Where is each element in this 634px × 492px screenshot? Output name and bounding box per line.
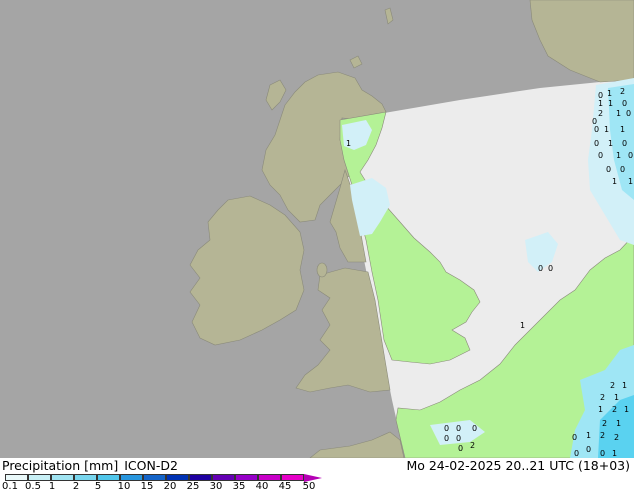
- precip-value-label: 2: [610, 381, 616, 390]
- colorbar-tick-label: 40: [255, 481, 269, 492]
- precip-value-label: 0: [606, 165, 612, 174]
- precip-value-label: 0: [572, 433, 578, 442]
- footer-bar: Precipitation [mm] ICON-D2 Mo 24-02-2025 …: [0, 458, 634, 492]
- precip-value-label: 1: [346, 139, 352, 148]
- colorbar-swatch: [258, 474, 281, 481]
- colorbar-swatch: [5, 474, 28, 481]
- precip-value-label: 0: [600, 449, 606, 458]
- precip-value-label: 0: [620, 165, 626, 174]
- datetime-label: Mo 24-02-2025 20..21 UTC (18+03): [406, 458, 630, 473]
- precip-value-label: 1: [622, 381, 628, 390]
- precipitation-map[interactable]: 0121010210011010010001121211212112020001…: [0, 0, 634, 458]
- precip-value-label: 1: [608, 99, 614, 108]
- precip-value-label: 1: [616, 109, 622, 118]
- land-isle-of-man: [316, 262, 328, 278]
- precip-value-label: 1: [614, 393, 620, 402]
- precip-value-label: 0: [622, 139, 628, 148]
- precip-value-label: 0: [456, 434, 462, 443]
- colorbar-tick-label: 50: [302, 481, 316, 492]
- colorbar-tick-label: 0.5: [25, 481, 41, 492]
- precip-value-label: 1: [607, 89, 613, 98]
- precip-value-label: 1: [520, 321, 526, 330]
- precip-value-label: 1: [608, 139, 614, 148]
- colorbar-tick-label: 10: [117, 481, 131, 492]
- colorbar-swatch: [143, 474, 166, 481]
- precip-value-label: 2: [598, 109, 604, 118]
- precip-value-label: 0: [598, 151, 604, 160]
- precip-value-label: 0: [538, 264, 544, 273]
- precip-value-label: 2: [614, 433, 620, 442]
- colorbar-tick-label: 35: [232, 481, 246, 492]
- precip-value-label: 2: [602, 419, 608, 428]
- precip-value-label: 1: [604, 125, 610, 134]
- precip-value-label: 2: [600, 393, 606, 402]
- colorbar-swatch: [120, 474, 143, 481]
- precip-value-label: 2: [620, 87, 626, 96]
- precip-value-label: 1: [624, 405, 630, 414]
- precip-value-label: 1: [598, 405, 604, 414]
- colorbar-swatch: [212, 474, 235, 481]
- map-canvas: [189, 0, 634, 458]
- land-shetland: [384, 7, 394, 25]
- precip-value-label: 2: [612, 405, 618, 414]
- precip-value-label: 1: [616, 419, 622, 428]
- precip-value-label: 1: [586, 431, 592, 440]
- precip-value-label: 0: [472, 424, 478, 433]
- precip-value-label: 1: [616, 151, 622, 160]
- precip-value-label: 0: [548, 264, 554, 273]
- land-hebrides: [265, 79, 287, 111]
- colorbar-swatch: [166, 474, 189, 481]
- precip-value-label: 1: [612, 177, 618, 186]
- colorbar-swatch: [51, 474, 74, 481]
- colorbar-tick-label: 5: [94, 481, 102, 492]
- land-brittany: [309, 431, 405, 458]
- colorbar-swatch: [235, 474, 258, 481]
- colorbar-tick-label: 0.1: [2, 481, 18, 492]
- land-orkney: [349, 55, 363, 69]
- precip-value-label: 1: [620, 125, 626, 134]
- colorbar-tick-label: 15: [140, 481, 154, 492]
- colorbar-tick-label: 1: [48, 481, 56, 492]
- colorbar-swatch: [28, 474, 51, 481]
- precip-value-label: 0: [456, 424, 462, 433]
- precip-value-label: 2: [470, 441, 476, 450]
- precip-value-label: 0: [444, 434, 450, 443]
- colorbar-tick-label: 2: [72, 481, 80, 492]
- precip-value-label: 0: [458, 444, 464, 453]
- colorbar-swatch: [74, 474, 97, 481]
- precip-value-label: 2: [600, 431, 606, 440]
- footer-title: Precipitation [mm] ICON-D2: [2, 458, 184, 473]
- model-label: ICON-D2: [124, 458, 178, 473]
- precip-value-label: 0: [594, 139, 600, 148]
- precip-value-label: 0: [626, 109, 632, 118]
- colorbar-tick-label: 45: [278, 481, 292, 492]
- colorbar-swatch: [97, 474, 120, 481]
- colorbar-tick-label: 25: [186, 481, 200, 492]
- precipitation-label: Precipitation [mm]: [2, 458, 119, 473]
- precip-value-label: 1: [612, 449, 618, 458]
- colorbar-tick-label: 30: [209, 481, 223, 492]
- colorbar-swatch: [281, 474, 304, 481]
- precip-value-label: 0: [628, 151, 634, 160]
- precip-value-label: 0: [594, 125, 600, 134]
- precip-value-label: 0: [574, 449, 580, 458]
- precip-value-label: 1: [628, 177, 634, 186]
- precip-value-label: 0: [444, 424, 450, 433]
- precip-value-label: 1: [598, 99, 604, 108]
- land-norway: [529, 0, 634, 83]
- colorbar-swatch: [189, 474, 212, 481]
- colorbar-tick-label: 20: [163, 481, 177, 492]
- land-ireland: [189, 195, 305, 346]
- precip-value-label: 0: [622, 99, 628, 108]
- precip-value-label: 0: [586, 445, 592, 454]
